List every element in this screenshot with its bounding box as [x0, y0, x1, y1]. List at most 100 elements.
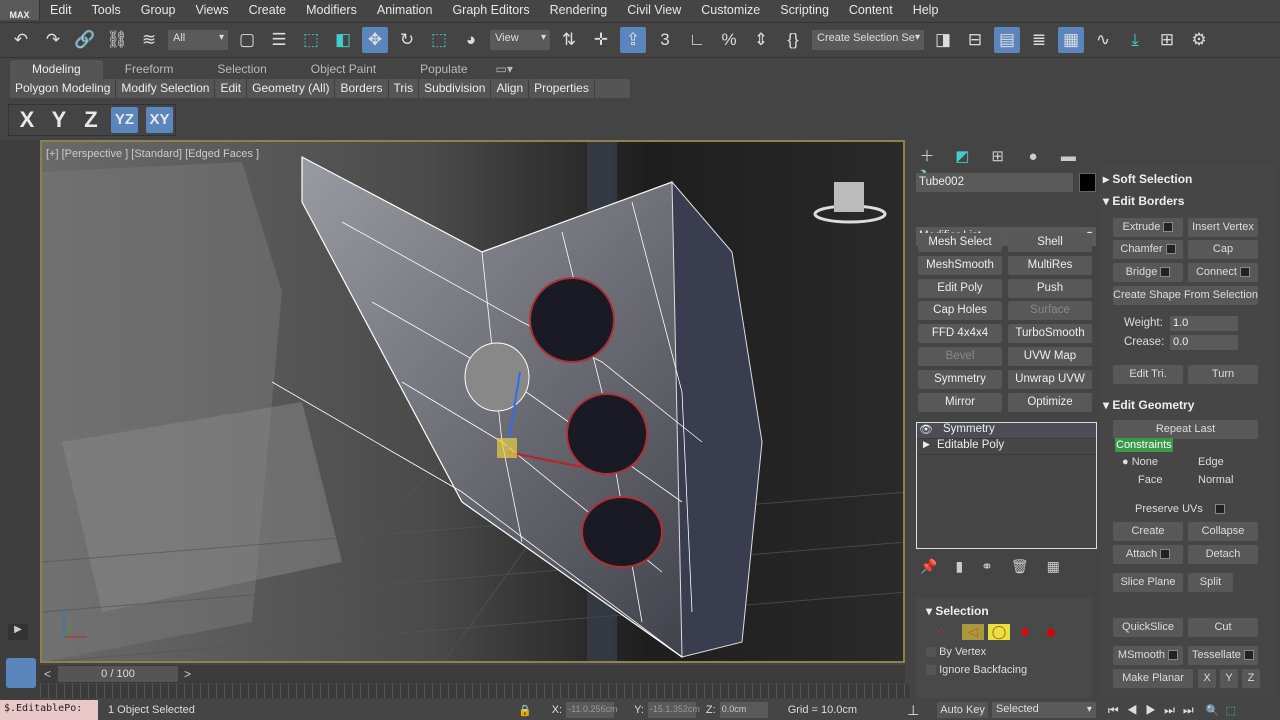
constraint-edge-radio[interactable]: Edge — [1198, 456, 1224, 468]
keyboard-shortcut-override-icon[interactable]: ⇪ — [620, 27, 646, 53]
set-key-icon[interactable]: ⊥ — [907, 702, 919, 719]
reference-coord-dropdown[interactable]: View — [490, 30, 550, 50]
menu-civil-view[interactable]: Civil View — [617, 3, 691, 17]
panel-align[interactable]: Align — [491, 79, 530, 98]
modifier-button-ffd-4x4x4[interactable]: FFD 4x4x4 — [918, 324, 1002, 344]
by-vertex-checkbox[interactable]: By Vertex — [916, 640, 1092, 658]
extrude-button[interactable]: Extrude — [1113, 218, 1183, 237]
turn-button[interactable]: Turn — [1188, 365, 1258, 384]
select-by-name-icon[interactable]: ☰ — [266, 27, 292, 53]
tab-object-paint[interactable]: Object Paint — [289, 60, 398, 79]
modifier-button-turbosmooth[interactable]: TurboSmooth — [1008, 324, 1092, 344]
tab-modeling[interactable]: Modeling — [10, 60, 103, 79]
percent-snap-icon[interactable]: % — [716, 27, 742, 53]
display-tab-icon[interactable]: ▬ — [1057, 145, 1079, 167]
key-filter-dropdown[interactable]: Selected — [991, 702, 1096, 718]
time-slider-thumb[interactable]: 0 / 100 — [58, 666, 178, 682]
snap-toggle-icon[interactable]: 3 — [652, 27, 678, 53]
manipulate-icon[interactable]: ✛ — [588, 27, 614, 53]
modifier-button-multires[interactable]: MultiRes — [1008, 255, 1092, 275]
make-planar-x-button[interactable]: X — [1198, 669, 1216, 688]
material-editor-icon[interactable]: ⊞ — [1154, 27, 1180, 53]
axis-yz-button[interactable]: YZ — [111, 107, 138, 133]
msmooth-button[interactable]: MSmooth — [1113, 646, 1183, 665]
stack-item-editable-poly[interactable]: ▶ Editable Poly — [917, 439, 1096, 455]
track-bar[interactable] — [40, 684, 910, 698]
quickslice-button[interactable]: QuickSlice — [1113, 618, 1183, 637]
remove-modifier-icon[interactable]: 🗑 — [1011, 558, 1029, 575]
menu-group[interactable]: Group — [131, 3, 186, 17]
cut-button[interactable]: Cut — [1188, 618, 1258, 637]
mirror-icon[interactable]: ◨ — [930, 27, 956, 53]
slice-plane-button[interactable]: Slice Plane — [1113, 573, 1183, 592]
menu-customize[interactable]: Customize — [691, 3, 770, 17]
edit-tri-button[interactable]: Edit Tri. — [1113, 365, 1183, 384]
play-viewport-icon[interactable]: ▶ — [8, 624, 28, 640]
element-level-icon[interactable]: ◆ — [1040, 624, 1062, 640]
attach-button[interactable]: Attach — [1113, 545, 1183, 564]
detach-button[interactable]: Detach — [1188, 545, 1258, 564]
menu-tools[interactable]: Tools — [82, 3, 131, 17]
schematic-view-icon[interactable]: ⤓ — [1122, 27, 1148, 53]
panel-edit[interactable]: Edit — [215, 79, 248, 98]
insert-vertex-button[interactable]: Insert Vertex — [1188, 218, 1258, 237]
menu-views[interactable]: Views — [185, 3, 238, 17]
constraint-face-radio[interactable]: Face — [1138, 474, 1162, 486]
menu-graph-editors[interactable]: Graph Editors — [442, 3, 539, 17]
make-planar-button[interactable]: Make Planar — [1113, 669, 1193, 688]
panel-modify-selection[interactable]: Modify Selection — [116, 79, 216, 98]
scale-icon[interactable]: ⬚ — [426, 27, 452, 53]
weight-spinner[interactable]: 1.0 — [1170, 316, 1238, 331]
make-planar-z-button[interactable]: Z — [1242, 669, 1260, 688]
selection-lock-icon[interactable]: 🔒 — [518, 704, 532, 717]
show-end-result-icon[interactable]: ▮ — [955, 558, 963, 575]
select-object-icon[interactable]: ▢ — [234, 27, 260, 53]
soft-selection-rollout[interactable]: ▸ Soft Selection — [1103, 172, 1273, 186]
maxscript-listener[interactable]: $.EditablePo: — [0, 700, 98, 720]
edge-level-icon[interactable]: ◁ — [962, 624, 984, 640]
panel-tris[interactable]: Tris — [389, 79, 420, 98]
menu-rendering[interactable]: Rendering — [540, 3, 618, 17]
chamfer-button[interactable]: Chamfer — [1113, 240, 1183, 259]
split-checkbox[interactable]: Split — [1188, 573, 1233, 592]
curve-editor-icon[interactable]: ∿ — [1090, 27, 1116, 53]
bridge-button[interactable]: Bridge — [1113, 263, 1183, 282]
redo-icon[interactable]: ↷ — [40, 27, 66, 53]
modifier-button-shell[interactable]: Shell — [1008, 233, 1092, 252]
modifier-button-bevel[interactable]: Bevel — [918, 347, 1002, 366]
axis-xy-button[interactable]: XY — [146, 107, 173, 133]
modifier-button-surface[interactable]: Surface — [1008, 301, 1092, 321]
panel-polygon-modeling[interactable]: Polygon Modeling — [10, 79, 117, 98]
menu-create[interactable]: Create — [239, 3, 297, 17]
ignore-backfacing-checkbox[interactable]: Ignore Backfacing — [916, 658, 1092, 676]
ribbon-toggle-icon[interactable]: ▦ — [1058, 27, 1084, 53]
make-planar-y-button[interactable]: Y — [1220, 669, 1238, 688]
menu-scripting[interactable]: Scripting — [770, 3, 839, 17]
edit-borders-rollout[interactable]: ▾ Edit Borders — [1103, 194, 1273, 208]
create-shape-button[interactable]: Create Shape From Selection — [1113, 286, 1258, 305]
zoom-extents-icon[interactable]: ⬚ — [1225, 704, 1235, 717]
viewport-label[interactable]: [+] [Perspective ] [Standard] [Edged Fac… — [46, 148, 259, 160]
motion-tab-icon[interactable]: ● — [1022, 145, 1044, 167]
spinner-snap-icon[interactable]: ⇕ — [748, 27, 774, 53]
undo-icon[interactable]: ↶ — [8, 27, 34, 53]
modifier-button-uvw-map[interactable]: UVW Map — [1008, 347, 1092, 366]
collapse-button[interactable]: Collapse — [1188, 522, 1258, 541]
rect-selection-icon[interactable]: ⬚ — [298, 27, 324, 53]
menu-content[interactable]: Content — [839, 3, 903, 17]
panel-subdivision[interactable]: Subdivision — [419, 79, 492, 98]
edit-named-selection-icon[interactable]: {} — [780, 27, 806, 53]
crease-spinner[interactable]: 0.0 — [1170, 335, 1238, 350]
connect-button[interactable]: Connect — [1188, 263, 1258, 282]
tab-selection[interactable]: Selection — [195, 60, 288, 79]
place-icon[interactable]: ◕ — [458, 27, 484, 53]
object-name-field[interactable]: Tube002 — [916, 173, 1073, 192]
tessellate-button[interactable]: Tessellate — [1188, 646, 1258, 665]
panel-borders[interactable]: Borders — [335, 79, 389, 98]
selection-rollout-title[interactable]: ▾ Selection — [916, 598, 1092, 624]
create-tab-icon[interactable]: ＋ — [916, 144, 938, 166]
modifier-button-meshsmooth[interactable]: MeshSmooth — [918, 255, 1002, 275]
viewport-layout-tab[interactable] — [6, 658, 36, 688]
axis-z-button[interactable]: Z — [79, 107, 103, 133]
playback-controls[interactable]: ⏮◀▶⏭⏭ — [1108, 703, 1202, 718]
